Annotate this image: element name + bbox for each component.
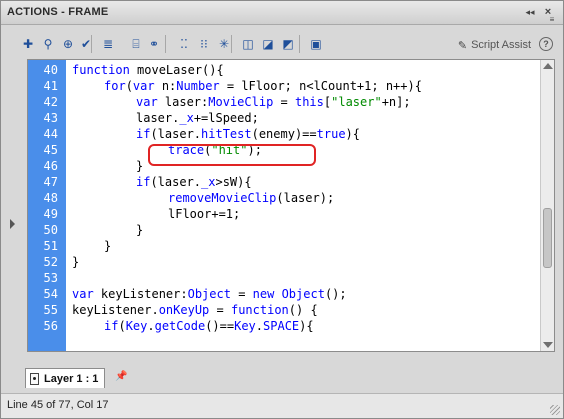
panel-titlebar[interactable]: ACTIONS - FRAME ◂◂ × ≡ xyxy=(1,1,563,25)
line-number: 45 xyxy=(43,143,58,157)
line-number: 53 xyxy=(43,271,58,285)
collapse-between-braces-icon[interactable]: ⁚⁚ xyxy=(175,35,193,53)
code-text: removeMovieClip(laser); xyxy=(168,191,335,205)
script-editor[interactable]: 40 function moveLaser(){ 41 for(var n:Numbe… xyxy=(27,59,555,352)
actions-panel: ACTIONS - FRAME ◂◂ × ≡ ✎ Script Assist ?… xyxy=(0,0,564,419)
code-line[interactable]: 53 xyxy=(28,270,554,286)
line-number: 52 xyxy=(43,255,58,269)
line-number: 48 xyxy=(43,191,58,205)
code-line[interactable]: 41 for(var n:Number = lFloor; n<lCount+1;… xyxy=(28,78,554,94)
line-number: 47 xyxy=(43,175,58,189)
code-text: laser._x+=lSpeed; xyxy=(136,111,259,125)
status-bar: Line 45 of 77, Col 17 xyxy=(1,393,563,418)
code-line[interactable]: 49 lFloor+=1; xyxy=(28,206,554,222)
code-line[interactable]: 40 function moveLaser(){ xyxy=(28,62,554,78)
code-text: function moveLaser(){ xyxy=(72,63,224,77)
line-number: 41 xyxy=(43,79,58,93)
code-text: } xyxy=(136,159,144,173)
toolbar-separator xyxy=(299,35,300,53)
code-text: } xyxy=(136,223,144,237)
collapse-panel-icon[interactable]: ◂◂ xyxy=(523,5,537,19)
code-line[interactable]: 43 laser._x+=lSpeed; xyxy=(28,110,554,126)
code-line[interactable]: 54 var keyListener:Object = new Object(); xyxy=(28,286,554,302)
code-line[interactable]: 47 if(laser._x>sW){ xyxy=(28,174,554,190)
code-line[interactable]: 42 var laser:MovieClip = this["laser"+n]; xyxy=(28,94,554,110)
code-line[interactable]: 51} xyxy=(28,238,554,254)
code-text: if(Key.getCode()==Key.SPACE){ xyxy=(104,319,314,333)
line-number: 46 xyxy=(43,159,58,173)
code-text: var keyListener:Object = new Object(); xyxy=(72,287,347,301)
scroll-thumb[interactable] xyxy=(543,208,552,268)
line-number: 40 xyxy=(43,63,58,77)
pin-script-icon[interactable]: 📌 xyxy=(115,371,127,382)
line-number: 55 xyxy=(43,303,58,317)
code-text: for(var n:Number = lFloor; n<lCount+1; n… xyxy=(104,79,422,93)
code-hint-icon[interactable]: ⌸ xyxy=(127,35,145,53)
script-assist-toggle[interactable]: ✎ Script Assist xyxy=(458,37,531,53)
line-number: 42 xyxy=(43,95,58,109)
find-icon[interactable]: ⚲ xyxy=(39,35,57,53)
code-text: if(laser._x>sW){ xyxy=(136,175,252,189)
code-text: keyListener.onKeyUp = function() { xyxy=(72,303,318,317)
auto-format-icon[interactable]: ≣ xyxy=(99,35,117,53)
code-line[interactable]: 55 keyListener.onKeyUp = function() { xyxy=(28,302,554,318)
tab-label: Layer 1 : 1 xyxy=(44,372,99,385)
highlight-annotation xyxy=(148,144,316,166)
remove-comment-icon[interactable]: ◩ xyxy=(279,35,297,53)
line-number: 56 xyxy=(43,319,58,333)
resize-grip-icon[interactable] xyxy=(550,405,560,415)
code-text: } xyxy=(72,255,80,269)
code-line[interactable]: 44 if(laser.hitTest(enemy)==true){ xyxy=(28,126,554,142)
script-tabbar: Layer 1 : 1 📌 xyxy=(19,366,555,390)
line-number: 50 xyxy=(43,223,58,237)
scroll-up-arrow-icon[interactable] xyxy=(543,63,553,69)
line-number: 49 xyxy=(43,207,58,221)
code-line[interactable]: 48 removeMovieClip(laser); xyxy=(28,190,554,206)
cursor-position-status: Line 45 of 77, Col 17 xyxy=(7,399,109,411)
check-syntax-icon[interactable]: ✔ xyxy=(77,35,95,53)
expand-toolbox-arrow-icon[interactable] xyxy=(10,219,15,229)
vertical-scrollbar[interactable] xyxy=(540,60,554,351)
panel-title: ACTIONS - FRAME xyxy=(7,6,109,18)
script-assist-icon: ✎ xyxy=(457,39,468,52)
toolbar-separator xyxy=(165,35,166,53)
code-text: } xyxy=(104,239,112,253)
script-file-icon xyxy=(30,372,39,385)
apply-block-comment-icon[interactable]: ◫ xyxy=(239,35,257,53)
script-assist-label: Script Assist xyxy=(471,39,531,51)
line-number: 51 xyxy=(43,239,58,253)
toolbar-separator xyxy=(231,35,232,53)
collapse-selection-icon[interactable]: ⁝⁝ xyxy=(195,35,213,53)
help-icon[interactable]: ? xyxy=(539,37,553,51)
add-statement-icon[interactable]: ✚ xyxy=(19,35,37,53)
actions-toolbar: ✎ Script Assist ? ✚ ⚲ ⊕ ✔ ≣ ⌸ ⚭ ⁚⁚ ⁝⁝ ✳ ◫ ◪ ◩ ▣ xyxy=(19,31,563,59)
target-path-icon[interactable]: ⊕ xyxy=(59,35,77,53)
scroll-down-arrow-icon[interactable] xyxy=(543,342,553,348)
toolbar-separator xyxy=(91,35,92,53)
code-line[interactable]: 56 if(Key.getCode()==Key.SPACE){ xyxy=(28,318,554,334)
line-number: 44 xyxy=(43,127,58,141)
debug-options-icon[interactable]: ⚭ xyxy=(145,35,163,53)
panel-menu-icon[interactable]: ≡ xyxy=(544,15,560,25)
code-line[interactable]: 52} xyxy=(28,254,554,270)
code-text: lFloor+=1; xyxy=(168,207,241,221)
apply-line-comment-icon[interactable]: ◪ xyxy=(259,35,277,53)
tab-layer-1-frame-1[interactable]: Layer 1 : 1 xyxy=(25,368,106,388)
code-text: var laser:MovieClip = this["laser"+n]; xyxy=(136,95,411,109)
line-number: 43 xyxy=(43,111,58,125)
code-line[interactable]: 50} xyxy=(28,222,554,238)
show-hide-toolbox-icon[interactable]: ▣ xyxy=(307,35,325,53)
line-number: 54 xyxy=(43,287,58,301)
code-text: if(laser.hitTest(enemy)==true){ xyxy=(136,127,360,141)
